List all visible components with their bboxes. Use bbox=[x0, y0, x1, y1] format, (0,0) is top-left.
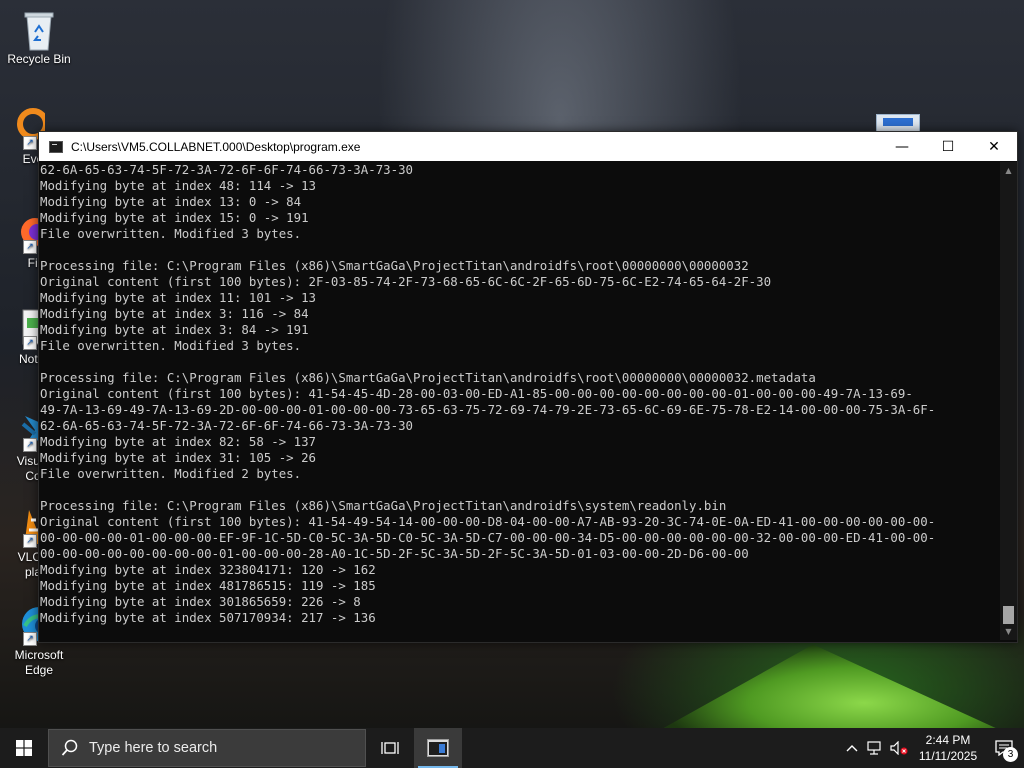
console-line: 62-6A-65-63-74-5F-72-3A-72-6F-6F-74-66-7… bbox=[40, 418, 413, 433]
console-line: Processing file: C:\Program Files (x86)\… bbox=[40, 498, 727, 513]
console-line: 00-00-00-00-00-00-00-00-01-00-00-00-28-A… bbox=[40, 546, 749, 561]
console-app-icon bbox=[427, 739, 449, 757]
system-tray: 2:44 PM 11/11/2025 3 bbox=[840, 728, 1024, 768]
close-button[interactable]: ✕ bbox=[971, 132, 1017, 161]
console-line: File overwritten. Modified 3 bytes. bbox=[40, 226, 302, 241]
scrollbar-thumb[interactable] bbox=[1003, 606, 1014, 624]
console-line: File overwritten. Modified 3 bytes. bbox=[40, 338, 302, 353]
volume-muted-icon[interactable] bbox=[888, 728, 912, 768]
console-line: Modifying byte at index 15: 0 -> 191 bbox=[40, 210, 309, 225]
console-line: 49-7A-13-69-49-7A-13-69-2D-00-00-00-01-0… bbox=[40, 402, 936, 417]
start-button[interactable] bbox=[0, 728, 48, 768]
shortcut-arrow-icon: ↗ bbox=[23, 632, 37, 646]
console-line: Original content (first 100 bytes): 2F-0… bbox=[40, 274, 772, 289]
taskbar: Type here to search 2:44 PM 11/11/2025 3 bbox=[0, 728, 1024, 768]
console-line: Modifying byte at index 301865659: 226 -… bbox=[40, 594, 361, 609]
console-line: Original content (first 100 bytes): 41-5… bbox=[40, 386, 913, 401]
wallpaper-tent bbox=[660, 644, 1000, 730]
windows-logo-icon bbox=[16, 740, 32, 756]
clock-time: 2:44 PM bbox=[925, 733, 971, 747]
console-line: Processing file: C:\Program Files (x86)\… bbox=[40, 370, 816, 385]
show-hidden-icons-chevron-up-icon[interactable] bbox=[840, 728, 864, 768]
scroll-up-arrow-icon[interactable]: ▲ bbox=[1000, 162, 1017, 179]
taskbar-console-app[interactable] bbox=[414, 728, 462, 768]
window-title: C:\Users\VM5.COLLABNET.000\Desktop\progr… bbox=[71, 139, 361, 154]
desktop-icon-recycle-bin[interactable]: Recycle Bin bbox=[1, 8, 77, 67]
notification-center-button[interactable]: 3 bbox=[984, 728, 1024, 768]
console-line: Modifying byte at index 507170934: 217 -… bbox=[40, 610, 376, 625]
window-controls: — ☐ ✕ bbox=[879, 132, 1017, 161]
console-app-icon bbox=[49, 140, 63, 153]
console-line: Modifying byte at index 3: 84 -> 191 bbox=[40, 322, 309, 337]
console-line: Modifying byte at index 31: 105 -> 26 bbox=[40, 450, 317, 465]
console-line: Original content (first 100 bytes): 41-5… bbox=[40, 514, 936, 529]
minimize-icon: — bbox=[895, 138, 909, 155]
shortcut-arrow-icon: ↗ bbox=[23, 240, 37, 254]
taskbar-search-box[interactable]: Type here to search bbox=[48, 729, 366, 767]
search-icon bbox=[61, 739, 78, 756]
maximize-icon: ☐ bbox=[941, 138, 955, 155]
console-window[interactable]: C:\Users\VM5.COLLABNET.000\Desktop\progr… bbox=[38, 131, 1018, 643]
window-thumbnail-icon bbox=[883, 118, 913, 126]
task-view-button[interactable] bbox=[366, 728, 414, 768]
desktop-icon-label: Recycle Bin bbox=[7, 52, 71, 66]
shortcut-arrow-icon: ↗ bbox=[23, 438, 37, 452]
console-line: Modifying byte at index 13: 0 -> 84 bbox=[40, 194, 302, 209]
search-placeholder: Type here to search bbox=[89, 740, 218, 756]
window-titlebar[interactable]: C:\Users\VM5.COLLABNET.000\Desktop\progr… bbox=[39, 132, 1017, 161]
taskbar-clock[interactable]: 2:44 PM 11/11/2025 bbox=[912, 732, 984, 764]
shortcut-arrow-icon: ↗ bbox=[23, 136, 37, 150]
console-line: Modifying byte at index 481786515: 119 -… bbox=[40, 578, 376, 593]
recycle-bin-icon bbox=[19, 8, 59, 51]
close-icon: ✕ bbox=[988, 138, 1000, 155]
network-icon[interactable] bbox=[864, 728, 888, 768]
console-line: Modifying byte at index 3: 116 -> 84 bbox=[40, 306, 309, 321]
console-line: Processing file: C:\Program Files (x86)\… bbox=[40, 258, 749, 273]
desktop-icon-label: Microsoft Edge bbox=[14, 648, 64, 677]
console-line: 00-00-00-00-01-00-00-00-EF-9F-1C-5D-C0-5… bbox=[40, 530, 936, 545]
console-line: Modifying byte at index 82: 58 -> 137 bbox=[40, 434, 317, 449]
console-line: Modifying byte at index 11: 101 -> 13 bbox=[40, 290, 317, 305]
task-view-icon bbox=[381, 742, 399, 754]
shortcut-arrow-icon: ↗ bbox=[23, 336, 37, 350]
console-line: 62-6A-65-63-74-5F-72-3A-72-6F-6F-74-66-7… bbox=[40, 162, 413, 177]
console-output[interactable]: 62-6A-65-63-74-5F-72-3A-72-6F-6F-74-66-7… bbox=[39, 162, 1000, 640]
console-line: Modifying byte at index 323804171: 120 -… bbox=[40, 562, 376, 577]
minimize-button[interactable]: — bbox=[879, 132, 925, 161]
console-line: Modifying byte at index 48: 114 -> 13 bbox=[40, 178, 317, 193]
scroll-down-arrow-icon[interactable]: ▼ bbox=[1000, 623, 1017, 640]
maximize-button[interactable]: ☐ bbox=[925, 132, 971, 161]
console-line: File overwritten. Modified 2 bytes. bbox=[40, 466, 302, 481]
vertical-scrollbar[interactable]: ▲ ▼ bbox=[1000, 162, 1017, 640]
clock-date: 11/11/2025 bbox=[918, 749, 978, 763]
shortcut-arrow-icon: ↗ bbox=[23, 534, 37, 548]
notification-count-badge: 3 bbox=[1003, 747, 1018, 762]
